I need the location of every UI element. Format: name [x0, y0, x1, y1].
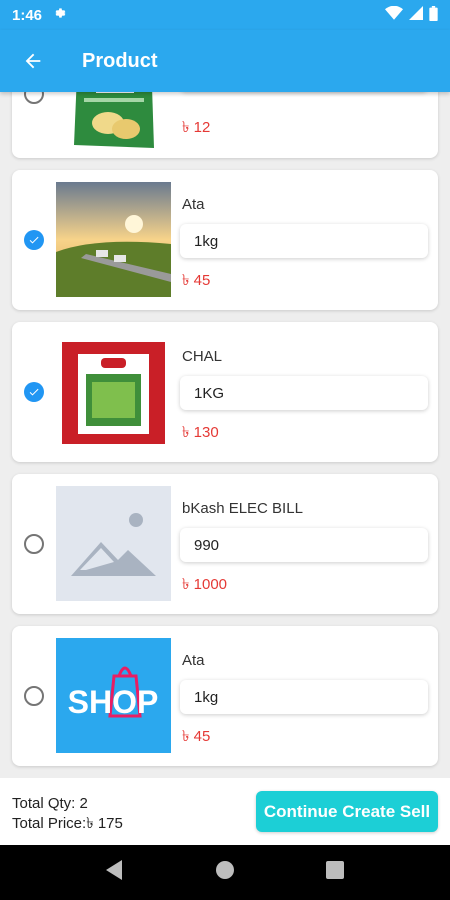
battery-icon — [429, 5, 438, 25]
quantity-field[interactable]: 990 — [180, 528, 428, 562]
product-price: ৳ 1000 — [182, 576, 228, 593]
product-card[interactable]: bKash ELEC BILL 990 ৳ 1000 — [12, 474, 438, 614]
summary-footer: Total Qty: 2 Total Price:৳ 175 Continue … — [0, 778, 450, 845]
select-checkbox[interactable] — [24, 92, 44, 104]
select-checkbox[interactable] — [24, 686, 44, 706]
product-price: ৳ 45 — [182, 728, 211, 745]
product-image-snack — [56, 92, 171, 158]
back-arrow-icon[interactable] — [20, 48, 46, 74]
product-name: bKash ELEC BILL — [182, 500, 303, 517]
product-name: Ata — [182, 652, 205, 669]
product-price: ৳ 130 — [182, 424, 219, 441]
status-time: 1:46 — [12, 6, 43, 24]
continue-create-sell-button[interactable]: Continue Create Sell — [256, 791, 438, 832]
product-name: Ata — [182, 196, 205, 213]
wifi-icon — [385, 5, 403, 24]
svg-text:SHOP: SHOP — [68, 684, 159, 720]
total-qty: Total Qty: 2 — [12, 795, 88, 812]
system-nav-bar — [0, 845, 450, 900]
product-card[interactable]: ৳ 12 — [12, 92, 438, 158]
status-bar: 1:46 — [0, 0, 450, 30]
settings-icon — [52, 6, 66, 24]
image-placeholder-icon — [56, 486, 171, 601]
product-card[interactable]: SHOP Ata 1kg ৳ 45 — [12, 626, 438, 766]
select-checkbox[interactable] — [24, 230, 44, 250]
product-price: ৳ 45 — [182, 272, 211, 289]
shop-logo-image: SHOP — [56, 638, 171, 753]
quantity-field[interactable]: 1kg — [180, 680, 428, 714]
nav-back-icon[interactable] — [105, 860, 124, 885]
quantity-field[interactable]: 1KG — [180, 376, 428, 410]
product-list[interactable]: ৳ 12 Ata 1kg ৳ 45 CHAL 1KG ৳ 130 bKash E… — [0, 92, 450, 778]
totals-block: Total Qty: 2 Total Price:৳ 175 — [12, 794, 123, 834]
quantity-field[interactable]: 1kg — [180, 224, 428, 258]
nav-recents-icon[interactable] — [326, 861, 345, 884]
product-name: CHAL — [182, 348, 223, 365]
page-title: Product — [82, 49, 158, 72]
app-bar: Product — [0, 30, 450, 92]
select-checkbox[interactable] — [24, 382, 44, 402]
product-price: ৳ 12 — [182, 119, 211, 136]
product-image-rice-bag — [56, 334, 171, 449]
total-price: Total Price:৳ 175 — [12, 815, 123, 832]
product-card[interactable]: CHAL 1KG ৳ 130 — [12, 322, 438, 462]
signal-icon — [409, 6, 423, 24]
product-image-landscape — [56, 182, 171, 297]
nav-home-icon[interactable] — [215, 860, 235, 885]
product-card[interactable]: Ata 1kg ৳ 45 — [12, 170, 438, 310]
select-checkbox[interactable] — [24, 534, 44, 554]
